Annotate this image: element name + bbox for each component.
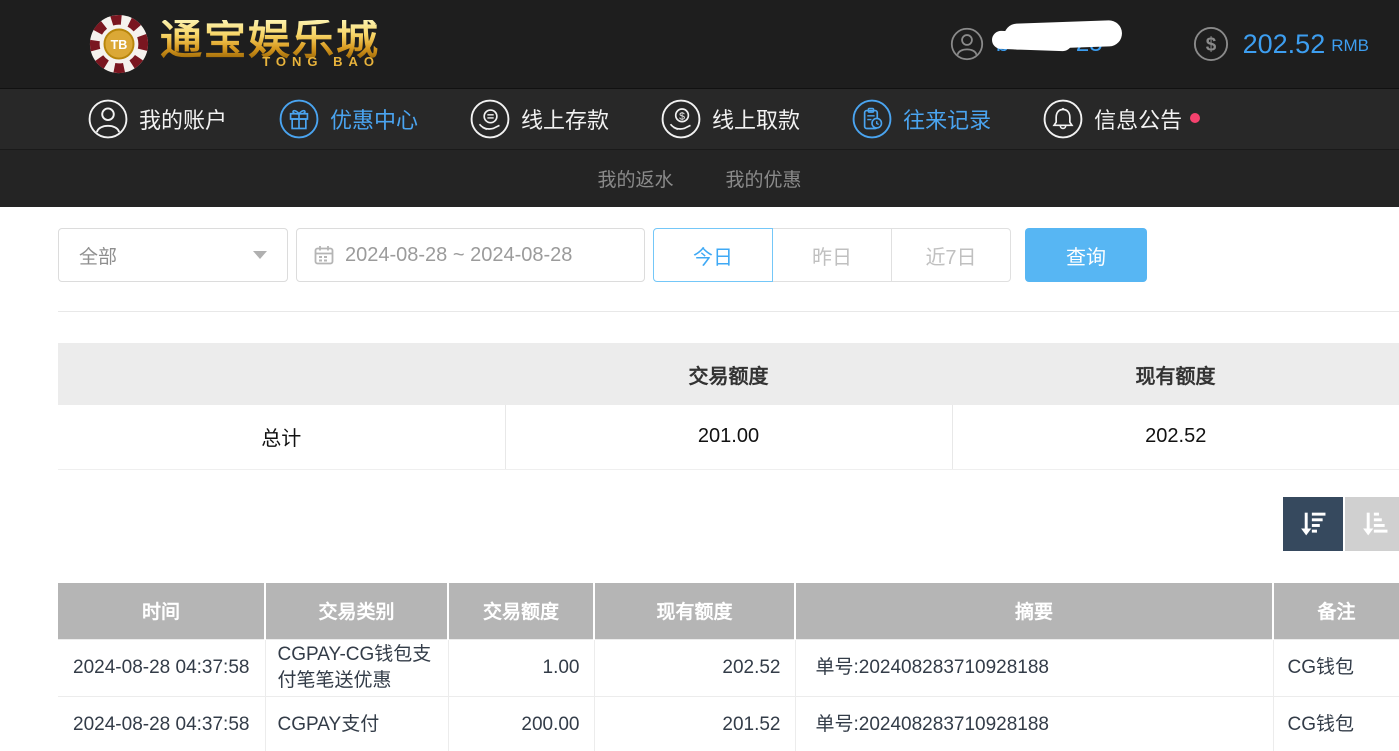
user-account[interactable]: b#####25: [950, 27, 1103, 61]
record-amount: 1.00: [448, 640, 594, 697]
type-select-value: 全部: [79, 242, 117, 269]
records-header-balance: 现有额度: [594, 583, 795, 640]
wallet-balance[interactable]: $ 202.52 RMB: [1193, 26, 1369, 62]
nav-item-my-account[interactable]: 我的账户: [88, 99, 227, 139]
records-header-amount: 交易额度: [448, 583, 594, 640]
records-header-remark: 备注: [1273, 583, 1399, 640]
record-balance: 201.52: [594, 697, 795, 751]
records-header-summary: 摘要: [795, 583, 1273, 640]
nav-item-promotions[interactable]: 优惠中心: [279, 99, 418, 139]
type-select[interactable]: 全部: [58, 228, 288, 282]
casino-chip-icon: TB: [88, 13, 150, 75]
summary-total-current-amount: 202.52: [952, 405, 1399, 469]
query-button[interactable]: 查询: [1025, 228, 1147, 282]
withdraw-hand-coin-icon: $: [661, 99, 701, 139]
subnav-item-my-promos[interactable]: 我的优惠: [726, 165, 802, 192]
nav-item-online-withdrawal[interactable]: $ 线上取款: [661, 99, 800, 139]
svg-text:$: $: [1205, 35, 1216, 56]
record-remark: CG钱包: [1273, 697, 1399, 751]
records-table: 时间 交易类别 交易额度 现有额度 摘要 备注 2024-08-28 04:37…: [58, 583, 1399, 751]
site-logo[interactable]: TB 通宝娱乐城 TONG BAO: [88, 13, 380, 75]
svg-text:TB: TB: [111, 38, 128, 52]
filter-bar: 全部 2024-08-28 ~ 2024-08-28 今日 昨日 近7日 查询: [58, 228, 1399, 282]
last7days-button[interactable]: 近7日: [891, 228, 1011, 282]
table-row: 2024-08-28 04:37:58 CGPAY支付 200.00 201.5…: [58, 697, 1399, 751]
record-type: CGPAY-CG钱包支付笔笔送优惠: [265, 640, 448, 697]
section-divider: [58, 311, 1399, 312]
nav-item-transaction-records[interactable]: 往来记录: [852, 99, 991, 139]
balance-currency: RMB: [1331, 36, 1369, 56]
summary-header-current-amount: 现有额度: [952, 343, 1399, 405]
table-row: 2024-08-28 04:37:58 CGPAY-CG钱包支付笔笔送优惠 1.…: [58, 640, 1399, 697]
promo-subnav: 我的返水 我的优惠: [0, 150, 1399, 207]
records-clipboard-clock-icon: [852, 99, 892, 139]
bell-icon: [1043, 99, 1083, 139]
record-type: CGPAY支付: [265, 697, 448, 751]
balance-amount: 202.52: [1243, 29, 1326, 60]
sort-ascending-button[interactable]: [1345, 497, 1399, 551]
summary-header-empty: [58, 343, 505, 405]
sort-ascending-icon: [1358, 507, 1392, 541]
yesterday-button[interactable]: 昨日: [772, 228, 892, 282]
calendar-icon: [313, 244, 335, 266]
subnav-item-my-rebate[interactable]: 我的返水: [597, 165, 673, 192]
record-balance: 202.52: [594, 640, 795, 697]
records-header-time: 时间: [58, 583, 265, 640]
chevron-down-icon: [253, 251, 267, 259]
top-bar: TB 通宝娱乐城 TONG BAO b#####25 $ 202.: [0, 0, 1399, 88]
record-time: 2024-08-28 04:37:58: [58, 640, 265, 697]
sort-descending-icon: [1296, 507, 1330, 541]
summary-table: 交易额度 现有额度 总计 201.00 202.52: [58, 343, 1399, 470]
record-summary: 单号:202408283710928188: [795, 640, 1273, 697]
privacy-blur-overlay: [992, 31, 1073, 52]
notification-badge-dot: [1190, 113, 1200, 123]
username-masked: b#####25: [996, 30, 1103, 58]
record-summary: 单号:202408283710928188: [795, 697, 1273, 751]
quick-date-group: 今日 昨日 近7日: [653, 228, 1011, 282]
summary-total-label: 总计: [58, 405, 505, 469]
record-remark: CG钱包: [1273, 640, 1399, 697]
date-range-value: 2024-08-28 ~ 2024-08-28: [345, 244, 572, 267]
record-amount: 200.00: [448, 697, 594, 751]
records-header-row: 时间 交易类别 交易额度 现有额度 摘要 备注: [58, 583, 1399, 640]
main-nav: 我的账户 优惠中心 线上存款 $ 线上取款: [0, 88, 1399, 150]
logo-subtitle: TONG BAO: [262, 54, 380, 69]
gift-icon: [279, 99, 319, 139]
summary-total-transaction-amount: 201.00: [505, 405, 952, 469]
user-icon: [88, 99, 128, 139]
record-time: 2024-08-28 04:37:58: [58, 697, 265, 751]
nav-item-announcements[interactable]: 信息公告: [1043, 99, 1182, 139]
summary-total-row: 总计 201.00 202.52: [58, 405, 1399, 469]
nav-item-online-deposit[interactable]: 线上存款: [470, 99, 609, 139]
today-button[interactable]: 今日: [653, 228, 773, 282]
date-range-input[interactable]: 2024-08-28 ~ 2024-08-28: [296, 228, 645, 282]
sort-controls: [0, 497, 1399, 551]
user-avatar-icon: [950, 27, 984, 61]
records-header-type: 交易类别: [265, 583, 448, 640]
summary-header-transaction-amount: 交易额度: [505, 343, 952, 405]
dollar-coin-icon: $: [1193, 26, 1229, 62]
deposit-hand-coin-icon: [470, 99, 510, 139]
sort-descending-button[interactable]: [1283, 497, 1343, 551]
svg-text:$: $: [679, 111, 685, 123]
